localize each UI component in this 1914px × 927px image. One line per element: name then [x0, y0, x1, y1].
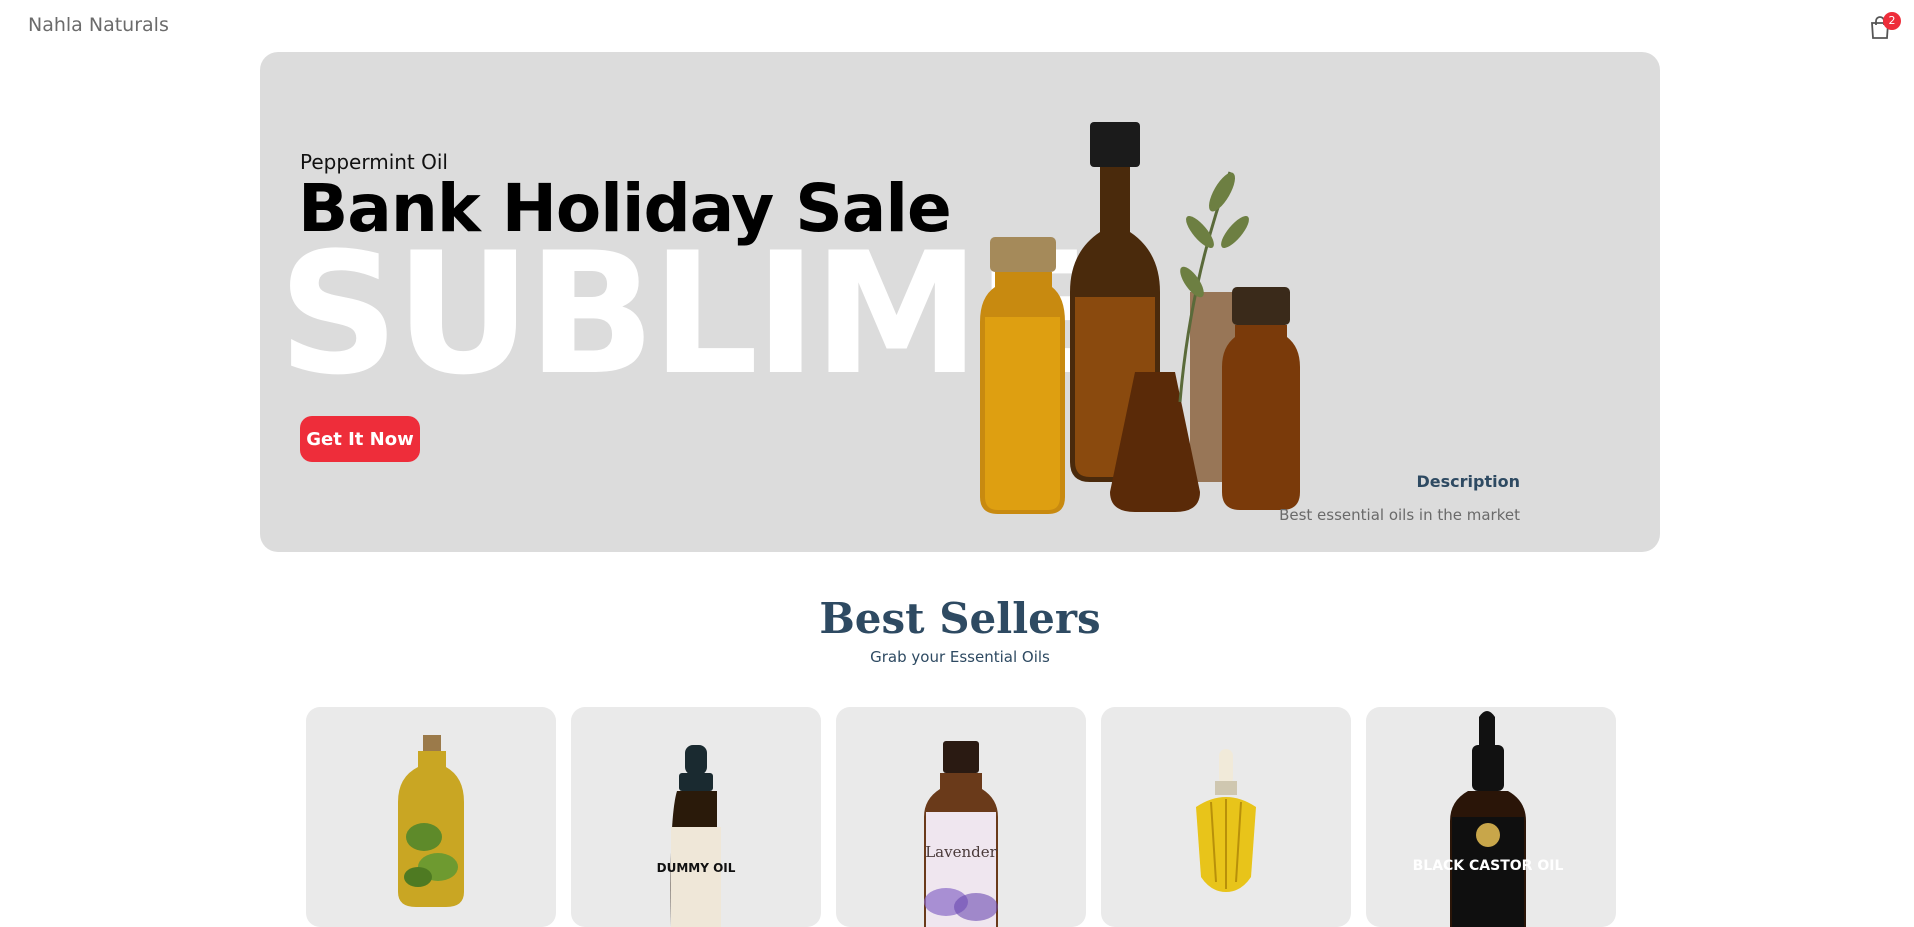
brand-logo-text[interactable]: Nahla Naturals	[28, 14, 169, 36]
product-image	[398, 735, 464, 907]
product-label: Lavender	[925, 843, 997, 861]
product-card[interactable]	[1101, 707, 1351, 927]
product-card[interactable]: BLACK CASTOR OIL	[1366, 707, 1616, 927]
best-sellers-subtitle: Grab your Essential Oils	[870, 648, 1050, 666]
description-title: Description	[1416, 472, 1520, 491]
cart-count-badge: 2	[1883, 12, 1901, 30]
product-image: BLACK CASTOR OIL	[1413, 711, 1564, 927]
product-image	[1196, 749, 1256, 892]
description-text: Best essential oils in the market	[1279, 506, 1520, 524]
product-label: BLACK CASTOR OIL	[1413, 858, 1564, 874]
product-image: DUMMY OIL	[657, 745, 736, 927]
get-it-now-button[interactable]: Get It Now	[300, 416, 420, 462]
product-image: Lavender	[924, 741, 998, 927]
hero-banner: Peppermint Oil Bank Holiday Sale SUBLIME…	[260, 52, 1660, 552]
product-label: DUMMY OIL	[657, 861, 736, 875]
product-card[interactable]: DUMMY OIL	[571, 707, 821, 927]
product-card[interactable]: Lavender	[836, 707, 1086, 927]
best-sellers-title: Best Sellers	[819, 594, 1101, 643]
product-card[interactable]	[306, 707, 556, 927]
